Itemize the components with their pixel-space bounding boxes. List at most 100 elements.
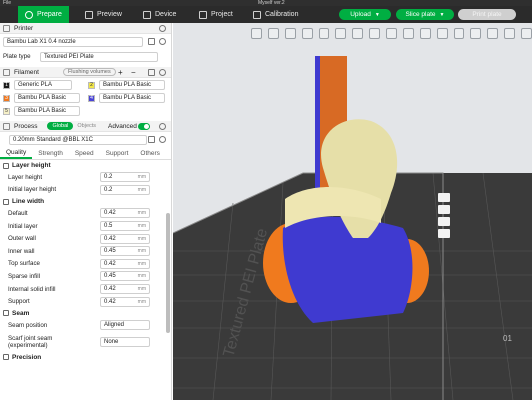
advanced-toggle[interactable] — [138, 123, 150, 130]
param-input[interactable]: 0.5 mm — [100, 221, 150, 232]
param-unit: mm — [137, 286, 146, 293]
seam-position-select[interactable]: Aligned — [100, 320, 150, 331]
filament-item-4[interactable]: 4 Bambu PLA Basic — [88, 93, 165, 103]
slice-plate-button[interactable]: Slice plate ▼ — [396, 9, 454, 20]
filament-swatch-3[interactable]: 3 — [3, 94, 10, 102]
tab-project[interactable]: Project — [192, 6, 240, 23]
param-input[interactable]: 0.42 mm — [100, 233, 150, 244]
filament-item-1[interactable]: 1 Generic PLA — [3, 80, 72, 90]
param-row: Inner wall 0.45 mm — [0, 245, 171, 258]
filament-name-1[interactable]: Generic PLA — [14, 80, 72, 90]
process-preset-select[interactable]: 0.20mm Standard @BBL X1C — [9, 135, 147, 145]
process-icon — [3, 122, 10, 130]
param-input[interactable]: 0.42 mm — [100, 296, 150, 307]
param-input[interactable]: 0.45 mm — [100, 271, 150, 282]
upload-dropdown-icon[interactable]: ▼ — [375, 12, 380, 18]
filament-name-3[interactable]: Bambu PLA Basic — [14, 93, 80, 103]
compare-preset-icon[interactable] — [159, 136, 166, 143]
filament-swatch-4[interactable]: 4 — [88, 94, 95, 102]
filament-name-5[interactable]: Bambu PLA Basic — [14, 106, 80, 116]
tab-prepare[interactable]: Prepare — [18, 6, 69, 23]
param-input[interactable]: 0.2 mm — [100, 172, 150, 183]
filament-section-header: Filament Flushing volumes + − — [0, 67, 171, 78]
filament-swatch-5[interactable]: 5 — [3, 107, 10, 115]
top-toolbar: Prepare Preview Device Project Calibrati… — [0, 6, 532, 23]
plate-orient-icon — [438, 217, 450, 226]
param-unit: mm — [137, 273, 146, 280]
printer-wifi-icon[interactable] — [159, 38, 166, 45]
tab-speed[interactable]: Speed — [69, 148, 100, 159]
scarf-joint-select[interactable]: None — [100, 336, 150, 347]
param-unit: mm — [137, 174, 146, 181]
param-row: Top surface 0.42 mm — [0, 258, 171, 271]
tab-device[interactable]: Device — [136, 6, 183, 23]
param-input[interactable]: 0.42 mm — [100, 208, 150, 219]
tab-device-label: Device — [155, 11, 177, 18]
slice-label: Slice plate — [405, 11, 436, 18]
tab-others[interactable]: Others — [134, 148, 166, 159]
group-precision: Precision — [0, 352, 171, 363]
3d-viewport[interactable]: Textured PEI Plate 01 — [173, 23, 532, 400]
calibration-icon — [253, 10, 261, 19]
filament-heading: Filament — [14, 68, 39, 76]
param-input[interactable]: 0.42 mm — [100, 258, 150, 269]
param-value: 0.42 — [104, 286, 116, 293]
filament-sync-icon[interactable] — [148, 69, 155, 76]
tab-strength[interactable]: Strength — [32, 148, 69, 159]
process-settings-icon[interactable] — [159, 123, 166, 130]
group-title: Line width — [12, 198, 45, 206]
device-icon — [143, 10, 151, 19]
group-layer-height: Layer height — [0, 160, 171, 171]
filament-item-5[interactable]: 5 Bambu PLA Basic — [3, 106, 80, 116]
panel-scrollbar[interactable] — [166, 213, 170, 333]
param-row: Outer wall 0.42 mm — [0, 232, 171, 245]
param-input[interactable]: 0.2 mm — [100, 184, 150, 195]
tab-preview[interactable]: Preview — [78, 6, 129, 23]
printer-model-select[interactable]: Bambu Lab X1 0.4 nozzle — [3, 36, 143, 47]
tab-support[interactable]: Support — [100, 148, 135, 159]
param-label: Inner wall — [8, 247, 35, 255]
filament-swatch-2[interactable]: 2 — [88, 81, 95, 89]
printer-settings-icon[interactable] — [159, 25, 166, 32]
param-row: Internal solid infill 0.42 mm — [0, 283, 171, 296]
param-input[interactable]: 0.45 mm — [100, 246, 150, 257]
filament-name-4[interactable]: Bambu PLA Basic — [99, 93, 165, 103]
save-preset-icon[interactable] — [148, 136, 155, 143]
group-title: Layer height — [12, 162, 51, 169]
param-label: Layer height — [8, 173, 43, 181]
upload-label: Upload — [350, 11, 371, 18]
plate-type-label: Plate type — [3, 53, 31, 60]
param-label: Sparse infill — [8, 272, 40, 280]
remove-filament-icon[interactable]: − — [131, 68, 136, 77]
filament-item-3[interactable]: 3 Bambu PLA Basic — [3, 93, 80, 103]
print-label: Print plate — [472, 11, 502, 18]
advanced-label: Advanced — [108, 122, 137, 130]
plate-type-select[interactable]: Textured PEI Plate — [40, 51, 158, 62]
param-input[interactable]: 0.42 mm — [100, 284, 150, 295]
tab-quality[interactable]: Quality — [0, 148, 33, 159]
filament-swatch-1[interactable]: 1 — [3, 81, 10, 89]
layer-height-icon — [3, 162, 9, 169]
print-plate-button[interactable]: Print plate — [458, 9, 516, 20]
plate-type-row: Plate type Textured PEI Plate — [0, 49, 171, 64]
plate-type-value: Textured PEI Plate — [44, 53, 94, 60]
param-row: Scarf joint seam (experimental) None — [0, 332, 171, 352]
tab-calibration[interactable]: Calibration — [246, 6, 305, 23]
add-filament-icon[interactable]: + — [118, 68, 123, 77]
filament-item-2[interactable]: 2 Bambu PLA Basic — [88, 80, 165, 90]
filament-name-2[interactable]: Bambu PLA Basic — [99, 80, 165, 90]
param-row: Initial layer 0.5 mm — [0, 220, 171, 233]
param-value: Aligned — [104, 322, 125, 329]
global-toggle[interactable]: Global — [47, 122, 74, 130]
printer-heading: Printer — [14, 24, 34, 32]
model-blue-body — [282, 216, 413, 323]
param-value: 0.2 — [104, 186, 113, 193]
objects-toggle[interactable]: Objects — [77, 123, 96, 129]
filament-settings-icon[interactable] — [159, 69, 166, 76]
upload-button[interactable]: Upload ▼ — [339, 9, 391, 20]
flushing-volumes-button[interactable]: Flushing volumes — [62, 68, 116, 76]
slice-dropdown-icon[interactable]: ▼ — [440, 12, 445, 18]
param-label: Initial layer — [8, 222, 38, 230]
group-title: Seam — [12, 309, 30, 317]
printer-edit-icon[interactable] — [148, 38, 155, 45]
